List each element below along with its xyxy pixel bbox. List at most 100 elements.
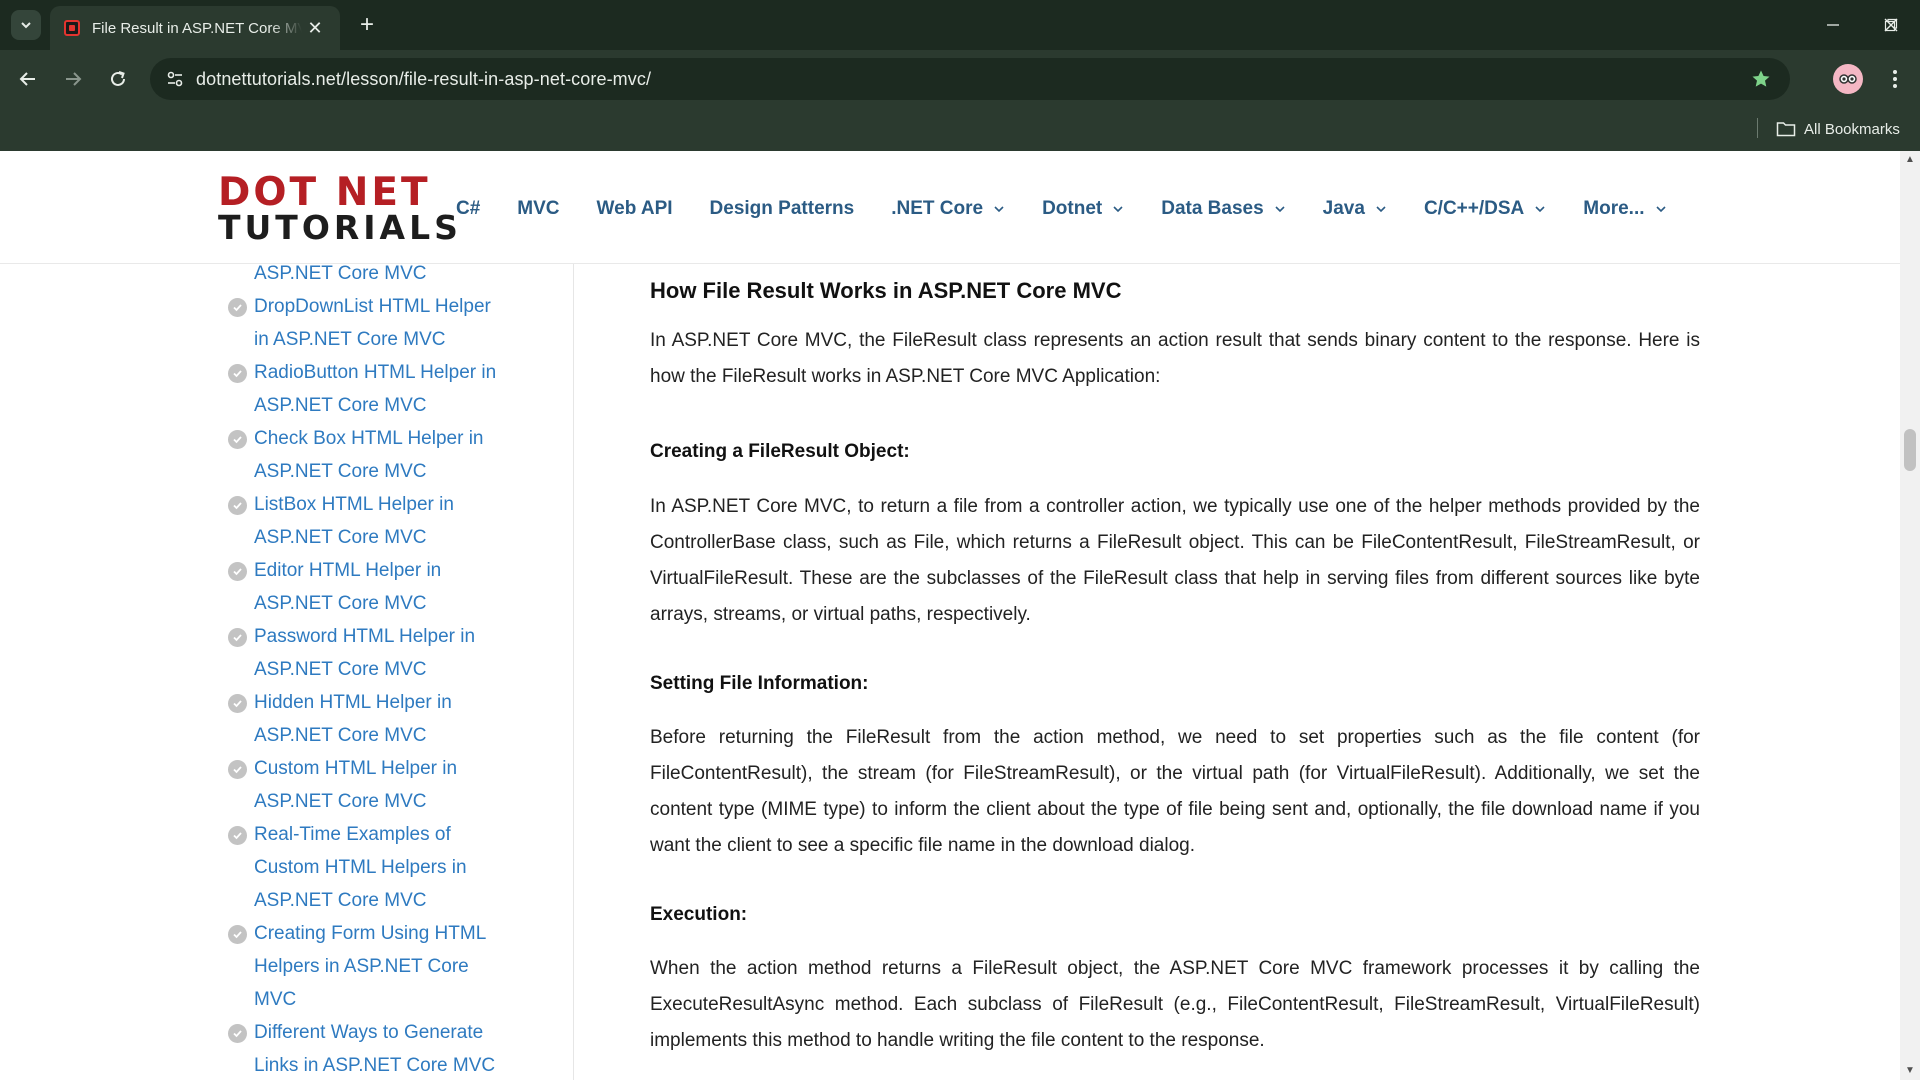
avatar-icon — [1839, 74, 1857, 84]
sidebar-item-label: ListBox HTML Helper in ASP.NET Core MVC — [254, 494, 454, 548]
sidebar-item-editor[interactable]: Editor HTML Helper in ASP.NET Core MVC — [228, 554, 508, 620]
bookmarks-separator — [1757, 118, 1758, 138]
nav-label: Web API — [596, 198, 673, 219]
lesson-sidebar: ASP.NET Core MVC DropDownList HTML Helpe… — [0, 263, 574, 1080]
chevron-down-icon — [994, 206, 1004, 213]
page-scrollbar[interactable]: ▲ ▼ — [1900, 151, 1920, 1080]
nav-label: .NET Core — [891, 198, 984, 219]
scroll-down-arrow-icon[interactable]: ▼ — [1905, 1066, 1915, 1076]
check-circle-icon — [228, 562, 247, 581]
nav-label: C/C++/DSA — [1423, 198, 1525, 219]
nav-label: More... — [1583, 198, 1645, 219]
reload-icon — [111, 71, 125, 86]
paragraph-setting-file-info: Before returning the FileResult from the… — [650, 727, 1700, 856]
arrow-left-icon — [19, 72, 35, 86]
forward-button[interactable] — [56, 62, 90, 96]
site-logo[interactable]: DOT NET TUTORIALS — [218, 173, 458, 246]
main-navigation: C# MVC Web API Design Patterns .NET Core… — [456, 191, 1704, 227]
nav-item-net-core[interactable]: .NET Core — [891, 198, 1005, 220]
chevron-down-icon — [1376, 206, 1386, 213]
scroll-thumb[interactable] — [1904, 429, 1916, 471]
subheading-creating-fileresult: Creating a FileResult Object: — [650, 441, 910, 462]
paragraph-creating-fileresult: In ASP.NET Core MVC, to return a file fr… — [650, 496, 1700, 625]
sidebar-item-label: Different Ways to Generate Links in ASP.… — [254, 1022, 496, 1076]
sidebar-item-label: Editor HTML Helper in ASP.NET Core MVC — [254, 560, 442, 614]
sidebar-item-password[interactable]: Password HTML Helper in ASP.NET Core MVC — [228, 620, 508, 686]
site-favicon-icon — [64, 20, 80, 36]
star-icon — [1752, 70, 1770, 87]
back-button[interactable] — [11, 62, 45, 96]
sidebar-item-label: Hidden HTML Helper in ASP.NET Core MVC — [254, 692, 452, 746]
nav-item-more[interactable]: More... — [1583, 198, 1666, 220]
tab-search-button[interactable] — [11, 10, 41, 40]
site-header: DOT NET TUTORIALS C# MVC Web API Design … — [0, 151, 1900, 264]
nav-label: Java — [1322, 198, 1365, 219]
nav-item-mvc[interactable]: MVC — [517, 198, 559, 220]
chevron-down-icon — [1535, 206, 1545, 213]
reload-button[interactable] — [101, 62, 135, 96]
intro-paragraph: In ASP.NET Core MVC, the FileResult clas… — [650, 330, 1700, 387]
nav-item-design-patterns[interactable]: Design Patterns — [710, 198, 855, 220]
minimize-button[interactable] — [1804, 0, 1862, 50]
sidebar-item-listbox[interactable]: ListBox HTML Helper in ASP.NET Core MVC — [228, 488, 508, 554]
sidebar-item-label: DropDownList HTML Helper in ASP.NET Core… — [254, 296, 491, 350]
folder-icon — [1776, 122, 1796, 137]
nav-label: MVC — [517, 198, 560, 219]
sidebar-item-label: RadioButton HTML Helper in ASP.NET Core … — [254, 362, 497, 416]
close-window-button[interactable] — [1862, 0, 1920, 50]
chevron-down-icon — [1275, 206, 1285, 213]
check-circle-icon — [228, 760, 247, 779]
check-circle-icon — [228, 628, 247, 647]
sidebar-item-creating-form[interactable]: Creating Form Using HTML Helpers in ASP.… — [228, 917, 508, 1016]
chevron-down-icon — [1655, 206, 1666, 213]
more-vertical-icon — [1893, 70, 1897, 88]
sidebar-item-label: Custom HTML Helper in ASP.NET Core MVC — [254, 758, 458, 812]
nav-item-dotnet[interactable]: Dotnet — [1042, 198, 1124, 220]
tab-title: File Result in ASP.NET Core MVC — [92, 19, 302, 37]
lesson-list: ASP.NET Core MVC DropDownList HTML Helpe… — [228, 257, 508, 1080]
sidebar-item-custom-helper[interactable]: Custom HTML Helper in ASP.NET Core MVC — [228, 752, 508, 818]
site-info-button[interactable] — [160, 64, 190, 94]
chevron-down-icon — [1113, 206, 1123, 213]
nav-item-java[interactable]: Java — [1323, 198, 1387, 220]
minimize-icon — [1827, 24, 1839, 26]
sidebar-item-label: Real-Time Examples of Custom HTML Helper… — [254, 824, 467, 911]
nav-item-csharp[interactable]: C# — [456, 198, 480, 220]
nav-label: Design Patterns — [709, 198, 855, 219]
tune-icon — [167, 71, 183, 87]
sidebar-item-label: Password HTML Helper in ASP.NET Core MVC — [254, 626, 476, 680]
close-icon — [1884, 18, 1898, 32]
sidebar-item-checkbox[interactable]: Check Box HTML Helper in ASP.NET Core MV… — [228, 422, 508, 488]
check-circle-icon — [228, 496, 247, 515]
sidebar-item-dropdownlist[interactable]: DropDownList HTML Helper in ASP.NET Core… — [228, 290, 508, 356]
profile-avatar[interactable] — [1833, 64, 1863, 94]
browser-tab-active[interactable]: File Result in ASP.NET Core MVC ✕ — [50, 6, 340, 50]
browser-toolbar: dotnettutorials.net/lesson/file-result-i… — [0, 50, 1920, 108]
browser-chrome: File Result in ASP.NET Core MVC ✕ + dotn… — [0, 0, 1920, 151]
nav-item-data-bases[interactable]: Data Bases — [1161, 198, 1285, 220]
new-tab-button[interactable]: + — [352, 10, 382, 40]
close-tab-icon[interactable]: ✕ — [304, 18, 326, 39]
check-circle-icon — [228, 430, 247, 449]
chevron-down-icon — [21, 22, 31, 29]
sidebar-item-hidden[interactable]: Hidden HTML Helper in ASP.NET Core MVC — [228, 686, 508, 752]
url-text[interactable]: dotnettutorials.net/lesson/file-result-i… — [196, 69, 651, 90]
bookmarks-bar: All Bookmarks — [0, 108, 1920, 151]
nav-label: Data Bases — [1161, 198, 1264, 219]
sidebar-item-generate-links[interactable]: Different Ways to Generate Links in ASP.… — [228, 1016, 508, 1080]
nav-item-c-cpp-dsa[interactable]: C/C++/DSA — [1424, 198, 1546, 220]
sidebar-item-label: Check Box HTML Helper in ASP.NET Core MV… — [254, 428, 484, 482]
logo-line1: DOT NET — [218, 173, 431, 213]
nav-label: Dotnet — [1042, 198, 1103, 219]
all-bookmarks-button[interactable]: All Bookmarks — [1776, 117, 1900, 141]
browser-menu-button[interactable] — [1880, 64, 1910, 94]
section-heading: How File Result Works in ASP.NET Core MV… — [650, 278, 1122, 303]
sidebar-item-radiobutton[interactable]: RadioButton HTML Helper in ASP.NET Core … — [228, 356, 508, 422]
sidebar-item-real-time-examples[interactable]: Real-Time Examples of Custom HTML Helper… — [228, 818, 508, 917]
sidebar-item-label: Creating Form Using HTML Helpers in ASP.… — [254, 923, 486, 1010]
bookmark-star-button[interactable] — [1748, 66, 1774, 92]
subheading-execution: Execution: — [650, 904, 748, 925]
scroll-up-arrow-icon[interactable]: ▲ — [1905, 155, 1915, 165]
nav-item-web-api[interactable]: Web API — [597, 198, 673, 220]
address-bar[interactable]: dotnettutorials.net/lesson/file-result-i… — [150, 58, 1790, 100]
